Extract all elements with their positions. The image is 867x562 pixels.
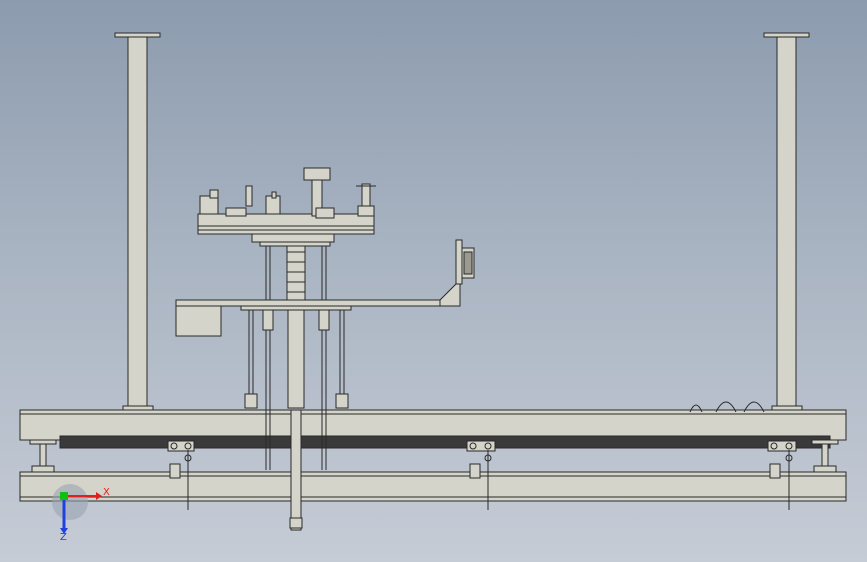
right-column [763, 32, 810, 413]
triad-x-label: X [103, 487, 110, 498]
top-carriage [197, 167, 376, 247]
assembly-drawing [19, 32, 847, 534]
upper-beam [19, 409, 847, 449]
platform-arm [175, 278, 461, 337]
cad-viewport[interactable]: X Z Y [0, 0, 867, 562]
triad-z-label: Z [60, 532, 67, 543]
y-axis-marker [60, 492, 68, 500]
lower-beam [19, 471, 847, 502]
camera-bracket [455, 239, 475, 285]
left-bracket [29, 439, 57, 473]
left-column [114, 32, 161, 412]
